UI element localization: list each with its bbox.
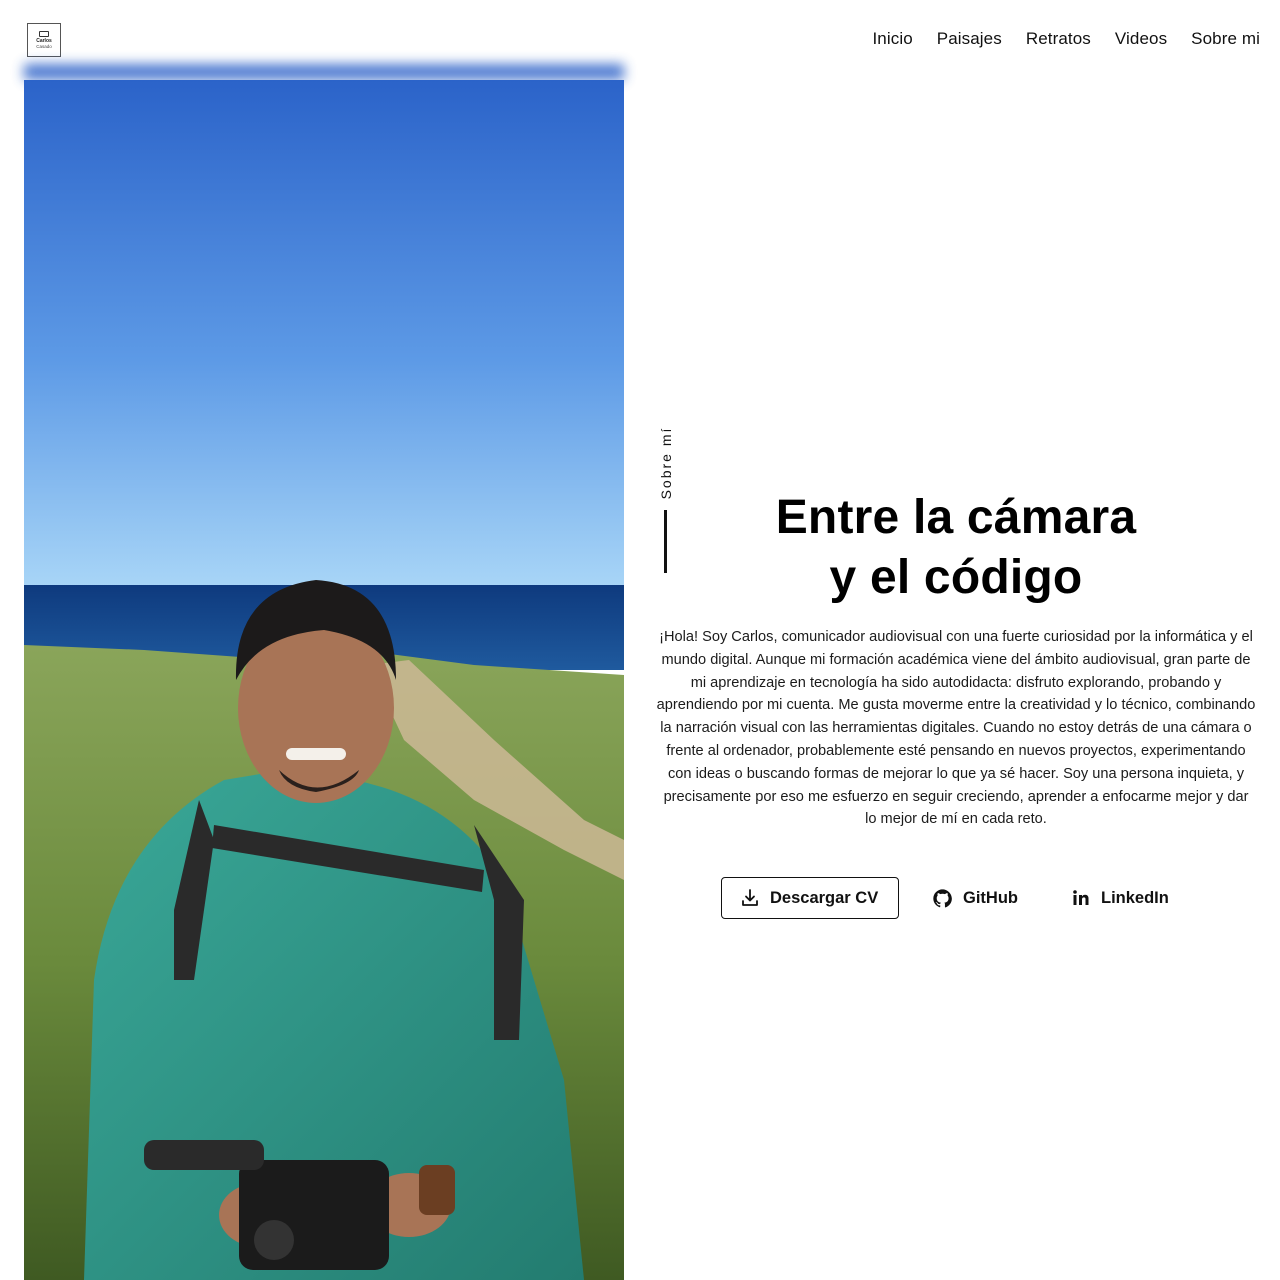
download-cv-label: Descargar CV <box>770 888 879 907</box>
bio-paragraph: ¡Hola! Soy Carlos, comunicador audiovisu… <box>656 629 1256 828</box>
github-icon <box>933 888 952 907</box>
nav-link-retratos[interactable]: Retratos <box>1026 29 1091 49</box>
github-link[interactable]: GitHub <box>932 877 1018 919</box>
nav-link-videos[interactable]: Videos <box>1115 29 1167 49</box>
linkedin-label: LinkedIn <box>1101 888 1169 907</box>
nav-link-paisajes[interactable]: Paisajes <box>937 29 1002 49</box>
nav-link-sobre-mi[interactable]: Sobre mi <box>1191 29 1260 49</box>
action-buttons: Descargar CV GitHub LinkedIn <box>721 877 1191 919</box>
title-line-1: Entre la cámara <box>775 491 1137 544</box>
site-logo[interactable]: Carlos Casado <box>20 16 68 64</box>
download-icon <box>742 889 758 906</box>
portrait-illustration <box>24 80 624 1280</box>
title-line-2: y el código <box>829 551 1083 604</box>
nav-link-inicio[interactable]: Inicio <box>872 29 912 49</box>
section-title: Entre la cámara y el código <box>656 488 1256 608</box>
linkedin-icon <box>1073 890 1089 905</box>
about-section: Entre la cámara y el código ¡Hola! Soy C… <box>656 488 1256 831</box>
linkedin-link[interactable]: LinkedIn <box>1071 877 1169 919</box>
camera-logo-icon <box>39 31 49 37</box>
profile-photo <box>24 80 624 1280</box>
download-cv-button[interactable]: Descargar CV <box>721 877 899 919</box>
logo-badge: Carlos Casado <box>27 23 61 57</box>
logo-surname: Casado <box>36 44 52 49</box>
main-nav: Inicio Paisajes Retratos Videos Sobre mi <box>872 29 1260 49</box>
photo-top-glow <box>24 64 624 80</box>
github-label: GitHub <box>963 888 1018 907</box>
